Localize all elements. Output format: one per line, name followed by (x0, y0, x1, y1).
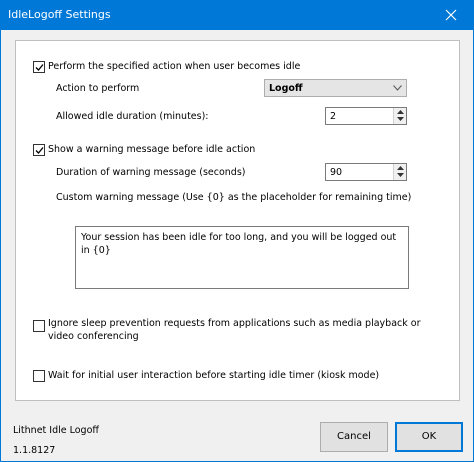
perform-action-checkbox[interactable] (33, 61, 45, 73)
action-select[interactable]: Logoff (264, 79, 407, 97)
idle-duration-label: Allowed idle duration (minutes): (56, 111, 209, 122)
title-bar[interactable]: IdleLogoff Settings (0, 0, 474, 30)
warning-duration-stepper[interactable]: 90 (325, 163, 407, 181)
window-title: IdleLogoff Settings (8, 8, 111, 21)
product-name: Lithnet Idle Logoff (13, 425, 99, 436)
checkmark-icon (35, 147, 44, 154)
spin-up-icon[interactable] (397, 166, 404, 170)
warning-label[interactable]: Show a warning message before idle actio… (48, 143, 255, 156)
spin-down-icon[interactable] (397, 117, 404, 121)
kiosk-mode-checkbox[interactable] (33, 370, 45, 382)
perform-action-label[interactable]: Perform the specified action when user b… (48, 60, 300, 73)
spin-up-icon[interactable] (397, 110, 404, 114)
kiosk-mode-label[interactable]: Wait for initial user interaction before… (48, 369, 379, 382)
warning-duration-value: 90 (330, 167, 343, 178)
action-label: Action to perform (56, 83, 140, 94)
close-button[interactable] (428, 0, 474, 30)
warning-duration-label: Duration of warning message (seconds) (56, 167, 246, 178)
ignore-sleep-label-line2[interactable]: video conferencing (48, 330, 139, 343)
spin-down-icon[interactable] (397, 173, 404, 177)
close-icon (445, 9, 457, 21)
idle-duration-value: 2 (330, 111, 337, 122)
ignore-sleep-checkbox[interactable] (33, 320, 45, 332)
ok-button[interactable]: OK (395, 422, 463, 452)
action-select-value: Logoff (269, 83, 303, 94)
idle-duration-stepper[interactable]: 2 (325, 107, 407, 125)
custom-message-textarea[interactable]: Your session has been idle for too long,… (75, 226, 409, 289)
window-border-left (0, 30, 1, 462)
cancel-button[interactable]: Cancel (320, 422, 388, 452)
chevron-down-icon (393, 85, 402, 91)
warning-checkbox[interactable] (33, 144, 45, 156)
checkmark-icon (35, 64, 44, 71)
idle-duration-spin-buttons[interactable] (393, 108, 406, 124)
warning-duration-spin-buttons[interactable] (393, 164, 406, 180)
ignore-sleep-label-line1[interactable]: Ignore sleep prevention requests from ap… (48, 317, 420, 330)
version-text: 1.1.8127 (13, 445, 56, 456)
custom-message-label: Custom warning message (Use {0} as the p… (56, 192, 412, 203)
